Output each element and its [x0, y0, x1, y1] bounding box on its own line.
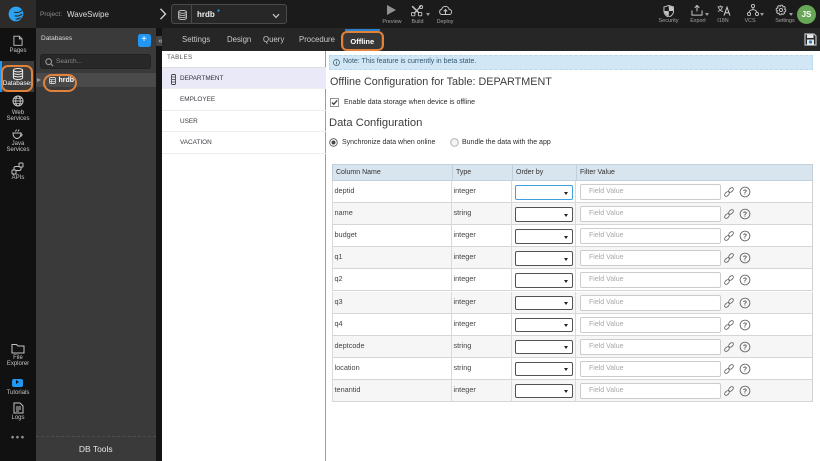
svg-text:?: ?: [743, 344, 747, 351]
svg-text:?: ?: [743, 322, 747, 329]
svg-text:?: ?: [743, 278, 747, 285]
svg-text:?: ?: [743, 300, 747, 307]
svg-text:?: ?: [743, 233, 747, 240]
svg-text:?: ?: [743, 189, 747, 196]
svg-text:?: ?: [743, 256, 747, 263]
svg-text:?: ?: [743, 211, 747, 218]
svg-text:?: ?: [743, 388, 747, 395]
svg-text:?: ?: [743, 366, 747, 373]
